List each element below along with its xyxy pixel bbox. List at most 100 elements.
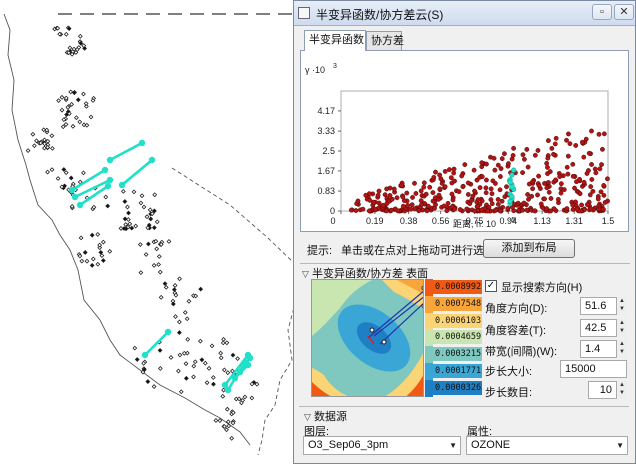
lag-size-input[interactable]: 15000 <box>560 360 627 378</box>
cloud-point[interactable] <box>405 203 411 208</box>
cloud-point[interactable] <box>475 204 480 209</box>
selected-pair-point[interactable] <box>106 176 114 184</box>
sample-point[interactable] <box>184 316 190 322</box>
sample-point[interactable] <box>103 194 109 200</box>
cloud-point[interactable] <box>573 143 579 148</box>
cloud-point[interactable] <box>587 192 593 198</box>
cloud-point[interactable] <box>484 161 489 167</box>
cloud-point[interactable] <box>412 180 417 186</box>
cloud-point[interactable] <box>535 192 540 198</box>
cloud-point[interactable] <box>495 162 501 168</box>
cloud-point[interactable] <box>489 201 495 207</box>
layer-select[interactable]: O3_Sep06_3pm ▼ <box>303 436 461 455</box>
cloud-point[interactable] <box>600 146 605 152</box>
cloud-point[interactable] <box>579 202 584 208</box>
cloud-point[interactable] <box>452 206 458 212</box>
selected-cloud-point[interactable] <box>507 198 513 205</box>
sample-point[interactable] <box>60 124 66 130</box>
sample-point[interactable] <box>148 216 154 222</box>
sample-point[interactable] <box>225 370 231 376</box>
cloud-point[interactable] <box>464 206 470 212</box>
attribute-select[interactable]: OZONE ▼ <box>466 436 628 455</box>
cloud-point[interactable] <box>588 206 594 212</box>
cloud-point[interactable] <box>433 169 438 175</box>
cloud-point[interactable] <box>459 173 465 179</box>
cloud-point[interactable] <box>404 190 410 196</box>
cloud-point[interactable] <box>564 137 569 143</box>
selected-pair-line[interactable] <box>71 168 106 192</box>
cloud-point[interactable] <box>483 190 489 196</box>
sample-point[interactable] <box>178 389 184 395</box>
cloud-point[interactable] <box>589 177 595 182</box>
cloud-point[interactable] <box>465 180 471 186</box>
cloud-point[interactable] <box>375 192 381 198</box>
sample-point[interactable] <box>95 261 101 267</box>
cloud-point[interactable] <box>489 191 495 197</box>
selected-pair-point[interactable] <box>138 139 146 147</box>
sample-point[interactable] <box>138 270 144 276</box>
angle-tolerance-spinner[interactable]: ▲ ▼ <box>616 319 627 337</box>
sample-point[interactable] <box>224 406 230 412</box>
sample-point[interactable] <box>122 216 128 222</box>
sample-point[interactable] <box>162 281 168 287</box>
cloud-point[interactable] <box>376 200 382 206</box>
cloud-point[interactable] <box>536 173 541 179</box>
cloud-point[interactable] <box>477 185 483 191</box>
cloud-point[interactable] <box>447 167 452 173</box>
cloud-point[interactable] <box>544 206 550 211</box>
sample-point[interactable] <box>105 203 111 209</box>
cloud-point[interactable] <box>452 178 457 184</box>
sample-point[interactable] <box>63 170 69 176</box>
cloud-point[interactable] <box>391 186 397 192</box>
sample-point[interactable] <box>235 356 241 362</box>
cloud-point[interactable] <box>589 162 594 167</box>
close-button[interactable]: ✕ <box>614 4 634 20</box>
sample-point[interactable] <box>172 283 178 288</box>
sample-point[interactable] <box>134 357 140 362</box>
cloud-point[interactable] <box>532 208 538 214</box>
sample-point[interactable] <box>210 375 216 380</box>
sample-point[interactable] <box>97 242 103 248</box>
cloud-point[interactable] <box>457 207 463 212</box>
sample-point[interactable] <box>100 258 106 263</box>
cloud-point[interactable] <box>430 190 436 195</box>
cloud-point[interactable] <box>520 170 525 176</box>
cloud-point[interactable] <box>545 138 551 144</box>
selected-pair-point[interactable] <box>76 201 84 209</box>
minimize-button[interactable]: ▫ <box>592 4 612 20</box>
lag-count-spinner[interactable]: ▲ ▼ <box>616 381 627 399</box>
sample-point[interactable] <box>78 235 84 241</box>
cloud-point[interactable] <box>570 161 576 167</box>
cloud-point[interactable] <box>483 185 489 191</box>
cloud-point[interactable] <box>564 164 570 170</box>
map-view[interactable] <box>0 0 300 464</box>
cloud-point[interactable] <box>588 184 594 189</box>
sample-point[interactable] <box>177 352 183 358</box>
cloud-point[interactable] <box>548 208 554 214</box>
cloud-point[interactable] <box>499 198 505 204</box>
cloud-point[interactable] <box>431 174 437 180</box>
cloud-point[interactable] <box>384 186 390 192</box>
sample-point[interactable] <box>151 225 157 231</box>
cloud-point[interactable] <box>564 206 570 212</box>
sample-point[interactable] <box>68 89 74 95</box>
sample-point[interactable] <box>229 435 235 441</box>
cloud-point[interactable] <box>437 186 443 192</box>
sample-point[interactable] <box>176 368 181 374</box>
sample-point[interactable] <box>125 204 130 210</box>
sample-point[interactable] <box>213 418 219 423</box>
sample-point[interactable] <box>59 94 65 100</box>
cloud-point[interactable] <box>557 174 563 179</box>
sample-point[interactable] <box>173 314 178 319</box>
cloud-point[interactable] <box>545 155 551 161</box>
sample-point[interactable] <box>224 427 229 433</box>
cloud-point[interactable] <box>566 131 571 137</box>
sample-point[interactable] <box>185 337 191 342</box>
cloud-point[interactable] <box>504 184 509 190</box>
cloud-point[interactable] <box>561 187 567 193</box>
sample-point[interactable] <box>143 252 149 257</box>
sample-point[interactable] <box>131 189 137 195</box>
sample-point[interactable] <box>90 256 96 262</box>
tab-covariance[interactable]: 协方差 <box>366 31 404 50</box>
cloud-point[interactable] <box>416 208 422 214</box>
